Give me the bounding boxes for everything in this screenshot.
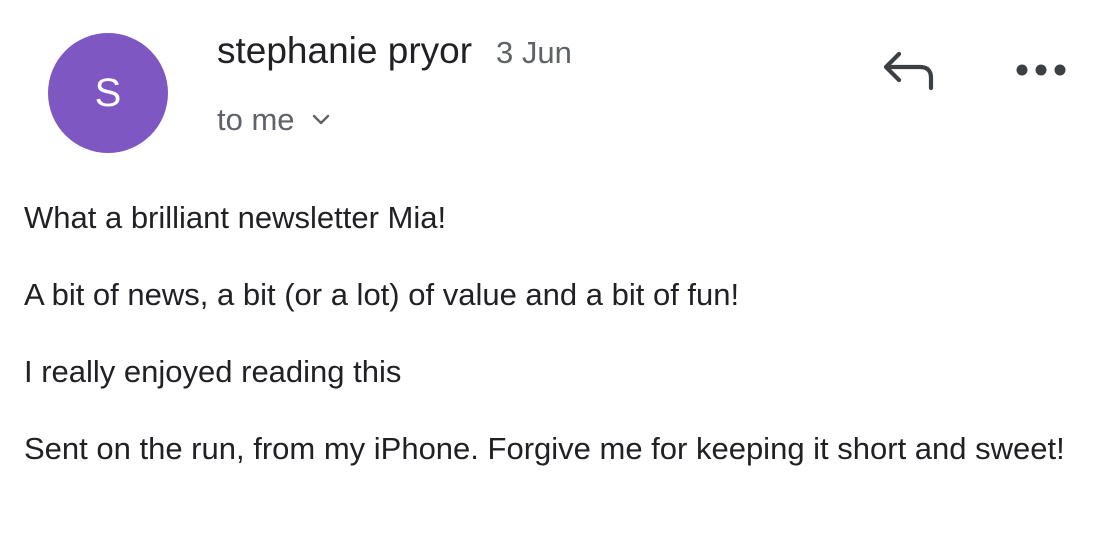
body-paragraph: What a brilliant newsletter Mia! — [24, 200, 447, 235]
recipient-label: to me — [217, 102, 295, 137]
more-horizontal-icon — [1016, 64, 1066, 76]
reply-button[interactable] — [876, 44, 942, 94]
sender-name[interactable]: stephanie pryor — [217, 30, 472, 72]
chevron-down-icon — [311, 113, 331, 127]
avatar-initial: S — [94, 70, 122, 115]
more-options-button[interactable] — [1008, 50, 1074, 90]
sender-header: stephanie pryor 3 Jun — [217, 30, 572, 72]
body-paragraph: A bit of news, a bit (or a lot) of value… — [24, 277, 740, 312]
sender-avatar[interactable]: S — [48, 33, 168, 153]
reply-icon — [883, 51, 934, 91]
body-paragraph: Sent on the run, from my iPhone. Forgive… — [24, 431, 1065, 466]
message-date: 3 Jun — [496, 35, 572, 70]
recipient-details-toggle[interactable]: to me — [217, 102, 331, 138]
body-paragraph: I really enjoyed reading this — [24, 354, 402, 389]
message-body: What a brilliant newsletter Mia! A bit o… — [24, 197, 1094, 470]
